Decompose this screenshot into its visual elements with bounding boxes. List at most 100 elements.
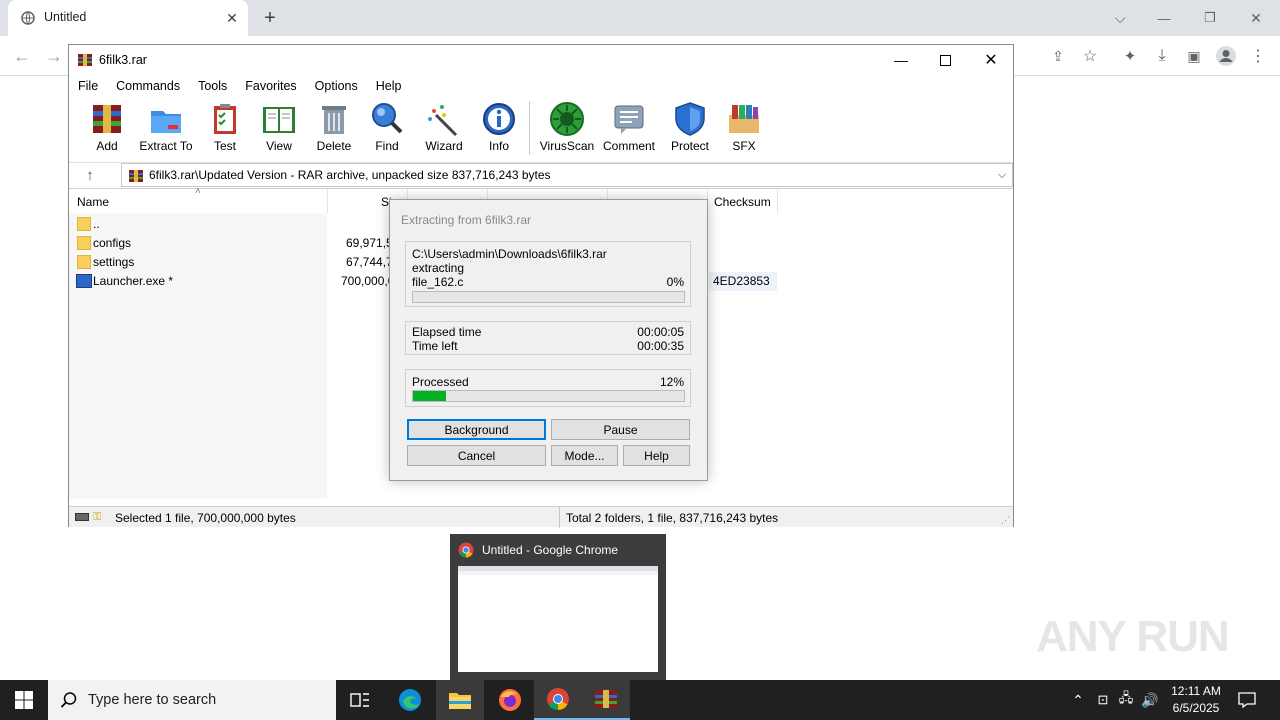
delete-button[interactable]: Delete <box>315 101 353 157</box>
edge-icon[interactable] <box>386 680 434 720</box>
menu-file[interactable]: File <box>69 75 107 97</box>
trash-icon <box>322 106 346 134</box>
network-adapter-icon[interactable]: ⊡ <box>1094 690 1112 710</box>
find-button[interactable]: Find <box>369 101 405 157</box>
add-button[interactable]: Add <box>87 101 127 157</box>
info-label: Info <box>488 139 509 153</box>
file-progress-bar <box>412 291 685 303</box>
notification-icon[interactable] <box>1236 689 1258 711</box>
elapsed-value: 00:00:05 <box>637 325 684 339</box>
wand-icon <box>428 105 458 137</box>
taskbar-preview[interactable]: Untitled - Google Chrome <box>450 534 666 680</box>
up-arrow-icon[interactable]: ↑ <box>81 166 99 184</box>
start-windows-icon[interactable] <box>0 680 48 720</box>
thumb-toolbar <box>458 571 658 575</box>
elapsed-label: Elapsed time <box>412 325 482 339</box>
taskbar-search-box[interactable]: Type here to search <box>48 680 336 720</box>
winrar-minimize-button[interactable]: — <box>889 49 913 71</box>
side-panel-icon[interactable]: ▣ <box>1182 44 1206 68</box>
path-combobox[interactable]: 6filk3.rar\Updated Version - RAR archive… <box>121 163 1013 187</box>
chevron-down-icon[interactable]: ⌵ <box>994 167 1010 183</box>
status-divider <box>559 507 560 528</box>
profile-icon[interactable] <box>1214 44 1238 68</box>
virusscan-button[interactable]: VirusScan <box>539 101 595 157</box>
download-icon[interactable]: ⤓ <box>1150 44 1174 68</box>
new-tab-button[interactable]: + <box>258 6 282 30</box>
checksum-header[interactable]: Checksum <box>714 195 771 209</box>
winrar-taskbar-icon[interactable] <box>582 680 630 720</box>
virus-scan-icon <box>550 102 584 136</box>
chevron-down-icon[interactable]: ⌵ <box>1108 6 1132 30</box>
file-explorer-icon[interactable] <box>436 680 484 720</box>
view-button[interactable]: View <box>257 101 301 157</box>
browser-tab[interactable]: Untitled ✕ <box>8 0 248 36</box>
find-label: Find <box>375 139 399 153</box>
menu-kebab-icon[interactable]: ⋮ <box>1246 44 1270 68</box>
test-button[interactable]: Test <box>207 101 243 157</box>
file-checksum: 4ED23853 <box>713 274 770 288</box>
menu-commands[interactable]: Commands <box>107 75 189 97</box>
file-size: 67,744,7 <box>346 255 393 269</box>
archive-path: C:\Users\admin\Downloads\6filk3.rar <box>412 247 607 261</box>
comment-label: Comment <box>602 139 655 153</box>
resize-grip-icon[interactable]: ⋰ <box>1001 515 1010 526</box>
preview-title: Untitled - Google Chrome <box>482 543 619 557</box>
mode-button[interactable]: Mode... <box>551 445 618 466</box>
extract-to-button[interactable]: Extract To <box>139 101 193 157</box>
minimize-button[interactable]: — <box>1152 6 1176 30</box>
comment-icon <box>614 105 644 134</box>
help-button[interactable]: Help <box>623 445 690 466</box>
comment-button[interactable]: Comment <box>601 101 657 157</box>
status-total: Total 2 folders, 1 file, 837,716,243 byt… <box>566 511 779 525</box>
clock-time[interactable]: 12:11 AM <box>1168 684 1224 698</box>
menu-help[interactable]: Help <box>367 75 411 97</box>
forward-arrow-icon[interactable]: → <box>42 44 66 68</box>
network-icon[interactable]: 🖧 <box>1116 690 1136 710</box>
window-title: 6filk3.rar <box>99 53 147 67</box>
add-archive-icon <box>93 105 121 133</box>
firefox-icon[interactable] <box>486 680 534 720</box>
toolbar-divider <box>529 101 530 155</box>
menu-favorites[interactable]: Favorites <box>236 75 305 97</box>
sfx-button[interactable]: SFX <box>725 101 763 157</box>
menu-tools[interactable]: Tools <box>189 75 236 97</box>
name-header[interactable]: Name <box>77 195 109 209</box>
cancel-button[interactable]: Cancel <box>407 445 546 466</box>
taskbar: Type here to search ⌃ ⊡ 🖧 🔊 12:11 AM 6/5… <box>0 680 1280 720</box>
action-text: extracting <box>412 261 465 275</box>
path-text: 6filk3.rar\Updated Version - RAR archive… <box>149 168 551 182</box>
background-button[interactable]: Background <box>407 419 546 440</box>
winrar-close-button[interactable]: ✕ <box>979 49 1003 71</box>
wizard-label: Wizard <box>425 139 463 153</box>
current-file: file_162.c <box>412 275 464 289</box>
chrome-taskbar-icon[interactable] <box>534 680 582 720</box>
volume-icon[interactable]: 🔊 <box>1140 690 1160 710</box>
file-name: configs <box>93 236 132 250</box>
restore-button[interactable]: ❐ <box>1198 6 1222 30</box>
key-icon: ⚿ <box>93 511 102 523</box>
sort-ascending-icon: ˄ <box>195 186 201 197</box>
menu-options[interactable]: Options <box>306 75 367 97</box>
close-window-button[interactable]: ✕ <box>1244 6 1268 30</box>
extract-folder-icon <box>151 111 181 133</box>
protect-button[interactable]: Protect <box>669 101 711 157</box>
share-icon[interactable]: ⇪ <box>1046 44 1070 68</box>
time-left-label: Time left <box>412 339 458 353</box>
file-size: 700,000,0 <box>341 274 395 288</box>
back-arrow-icon[interactable]: ← <box>10 44 34 68</box>
browser-tab-strip: Untitled ✕ + ⌵ — ❐ ✕ <box>0 0 1280 36</box>
sfx-label: SFX <box>732 139 756 153</box>
pause-button[interactable]: Pause <box>551 419 690 440</box>
task-view-icon[interactable] <box>336 680 384 720</box>
star-icon[interactable]: ☆ <box>1078 44 1102 68</box>
wizard-button[interactable]: Wizard <box>423 101 465 157</box>
folder-icon <box>77 217 91 231</box>
extensions-icon[interactable]: ✦ <box>1118 44 1142 68</box>
processed-group: Processed 12% <box>405 369 691 407</box>
chevron-up-icon[interactable]: ⌃ <box>1068 690 1088 710</box>
winrar-maximize-button[interactable] <box>933 49 957 71</box>
close-tab-icon[interactable]: ✕ <box>224 10 240 26</box>
winrar-toolbar: Add Extract To Test View Delete Find Wiz… <box>69 97 1013 159</box>
clock-date[interactable]: 6/5/2025 <box>1168 701 1224 715</box>
info-button[interactable]: Info <box>481 101 517 157</box>
